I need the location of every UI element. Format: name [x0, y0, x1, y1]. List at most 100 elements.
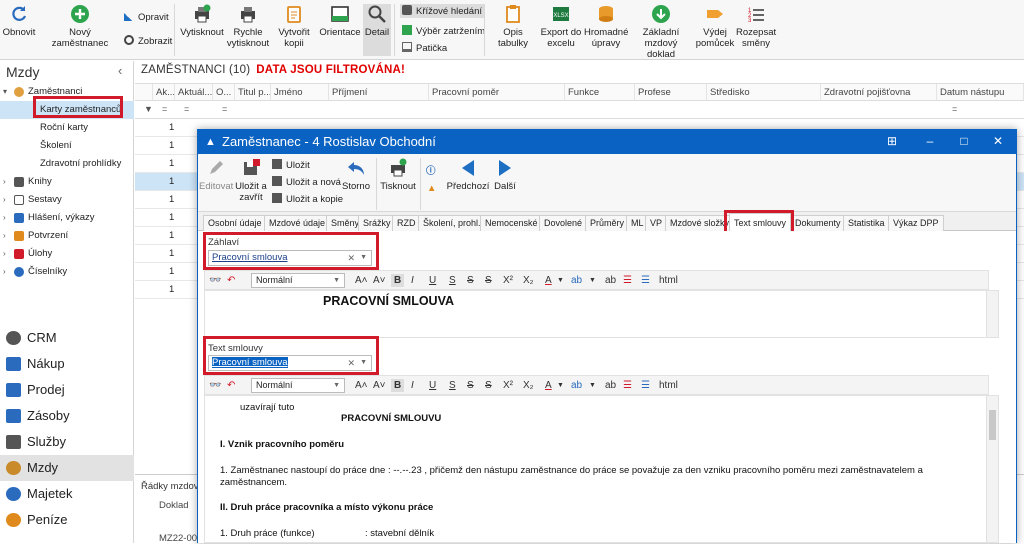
module-crm[interactable]: CRM: [0, 325, 134, 351]
save-copy-button[interactable]: Uložit a kopie: [272, 193, 343, 205]
filter-equals-icon[interactable]: =: [217, 101, 227, 118]
tool-issue-button[interactable]: Výdej pomůcek: [694, 4, 736, 49]
cancel-button[interactable]: Storno: [341, 158, 371, 192]
tab-vacations[interactable]: Dovolené: [539, 215, 588, 231]
font-shrink-icon[interactable]: A˅: [373, 379, 386, 392]
double-strike-icon[interactable]: S: [485, 274, 492, 287]
sidebar-item-statements[interactable]: › Hlášení, výkazy: [0, 209, 134, 227]
module-payroll[interactable]: Mzdy: [0, 455, 134, 481]
filter-equals-icon[interactable]: =: [947, 101, 957, 118]
warning-icon[interactable]: ▲: [427, 183, 436, 194]
minimize-icon[interactable]: –: [920, 134, 940, 148]
module-stock[interactable]: Zásoby: [0, 403, 134, 429]
footer-toggle[interactable]: Patička: [402, 42, 447, 54]
column-header[interactable]: Profese: [635, 84, 707, 101]
save-new-button[interactable]: Uložit a nová: [272, 176, 341, 188]
column-header[interactable]: Zdravotní pojišťovna: [821, 84, 937, 101]
filter-icon[interactable]: ▼: [139, 101, 153, 118]
tab-vp[interactable]: VP: [645, 215, 668, 231]
sidebar-item-confirmations[interactable]: › Potvrzení: [0, 227, 134, 245]
contract-text-editor[interactable]: uzavírají tuto PRACOVNÍ SMLOUVU I. Vznik…: [204, 395, 999, 543]
module-money[interactable]: Peníze: [0, 507, 134, 533]
column-header[interactable]: Příjmení: [329, 84, 429, 101]
tab-personal-data[interactable]: Osobní údaje: [203, 215, 267, 231]
select-checked-toggle[interactable]: Výběr zatržením: [402, 25, 485, 37]
previous-button[interactable]: Předchozí: [446, 158, 490, 192]
module-sales[interactable]: Prodej: [0, 377, 134, 403]
highlight-color-icon[interactable]: ab: [571, 274, 582, 287]
superscript-icon[interactable]: X²: [503, 379, 513, 392]
column-header[interactable]: Datum nástupu: [937, 84, 1024, 101]
edit-tables-button[interactable]: Opis tabulky: [489, 4, 537, 49]
scrollbar[interactable]: [986, 291, 998, 337]
column-header[interactable]: Aktuál...: [175, 84, 213, 101]
module-assets[interactable]: Majetek: [0, 481, 134, 507]
font-color-icon[interactable]: A: [545, 274, 552, 287]
find-icon[interactable]: 👓: [209, 379, 221, 392]
tab-statistics[interactable]: Statistika: [843, 215, 890, 231]
export-excel-button[interactable]: XLSX Export do excelu: [540, 4, 582, 49]
filter-equals-icon[interactable]: =: [179, 101, 189, 118]
header-editor[interactable]: PRACOVNÍ SMLOUVA: [204, 290, 999, 338]
column-header[interactable]: Titul p...: [235, 84, 271, 101]
paragraph-icon[interactable]: ab: [605, 274, 616, 287]
html-button[interactable]: html: [659, 379, 678, 392]
basic-payroll-button[interactable]: Základní mzdový doklad: [630, 4, 692, 60]
tab-averages[interactable]: Průměry: [585, 215, 630, 231]
italic-icon[interactable]: I: [411, 379, 414, 392]
tab-payroll-data[interactable]: Mzdové údaje: [264, 215, 331, 231]
strike-icon[interactable]: S: [467, 274, 474, 287]
filter-equals-icon[interactable]: =: [157, 101, 167, 118]
show-button[interactable]: Zobrazit: [124, 35, 172, 47]
cross-search-button[interactable]: Křížové hledání: [400, 4, 485, 18]
numbered-list-icon[interactable]: ☰: [623, 274, 632, 287]
detail-button[interactable]: Detail: [363, 4, 391, 56]
quick-print-button[interactable]: Rychle vytisknout: [226, 4, 270, 49]
scrollbar[interactable]: [986, 396, 998, 542]
tab-deductions[interactable]: Srážky: [358, 215, 396, 231]
column-header[interactable]: Jméno: [271, 84, 329, 101]
sidebar-item-trainings[interactable]: Školení: [0, 137, 134, 155]
sidebar-item-reports[interactable]: › Sestavy: [0, 191, 134, 209]
chevron-down-icon[interactable]: ▼: [557, 274, 564, 287]
column-header[interactable]: Funkce: [565, 84, 635, 101]
refresh-button[interactable]: Obnovit: [2, 4, 36, 38]
paragraph-icon[interactable]: ab: [605, 379, 616, 392]
scrollbar-thumb[interactable]: [989, 410, 996, 440]
style-select[interactable]: Normální ▼: [251, 273, 345, 288]
numbered-list-icon[interactable]: ☰: [623, 379, 632, 392]
tab-rzd[interactable]: RZD: [392, 215, 421, 231]
bold-icon[interactable]: B: [391, 379, 405, 392]
save-button[interactable]: Uložit: [272, 159, 310, 171]
column-header[interactable]: O...: [213, 84, 235, 101]
underline-icon[interactable]: U: [429, 379, 436, 392]
strike-icon[interactable]: S: [467, 379, 474, 392]
tab-dpp-report[interactable]: Výkaz DPP: [888, 215, 944, 231]
maximize-icon[interactable]: □: [954, 134, 974, 148]
highlight-color-icon[interactable]: ab: [571, 379, 582, 392]
chevron-down-icon[interactable]: ▼: [589, 379, 596, 392]
sidebar-item-tasks[interactable]: › Úlohy: [0, 245, 134, 263]
column-header[interactable]: Pracovní poměr: [429, 84, 565, 101]
info-icon[interactable]: ⓘ: [426, 163, 436, 177]
column-header[interactable]: Doklad: [159, 500, 189, 511]
column-header[interactable]: Ak...: [153, 84, 175, 101]
sidebar-item-codelists[interactable]: › Číselníky: [0, 263, 134, 281]
spell-icon[interactable]: ↶: [227, 379, 235, 392]
style-select[interactable]: Normální ▼: [251, 378, 345, 393]
spell-icon[interactable]: ↶: [227, 274, 235, 287]
tab-documents[interactable]: Dokumenty: [790, 215, 846, 231]
column-header[interactable]: Středisko: [707, 84, 821, 101]
edit-button[interactable]: Opravit: [124, 11, 169, 23]
html-button[interactable]: html: [659, 274, 678, 287]
collapse-chevron-icon[interactable]: ‹: [118, 63, 122, 78]
bold-icon[interactable]: B: [391, 274, 405, 287]
sidebar-item-medical-checks[interactable]: Zdravotní prohlídky: [0, 155, 134, 173]
orientation-button[interactable]: Orientace: [318, 4, 362, 38]
superscript-icon[interactable]: X²: [503, 274, 513, 287]
sidebar-item-books[interactable]: › Knihy: [0, 173, 134, 191]
print-button[interactable]: Tisknout: [380, 158, 416, 192]
italic-icon[interactable]: I: [411, 274, 414, 287]
close-icon[interactable]: ✕: [988, 134, 1008, 148]
tab-sick-leave[interactable]: Nemocenské: [480, 215, 543, 231]
